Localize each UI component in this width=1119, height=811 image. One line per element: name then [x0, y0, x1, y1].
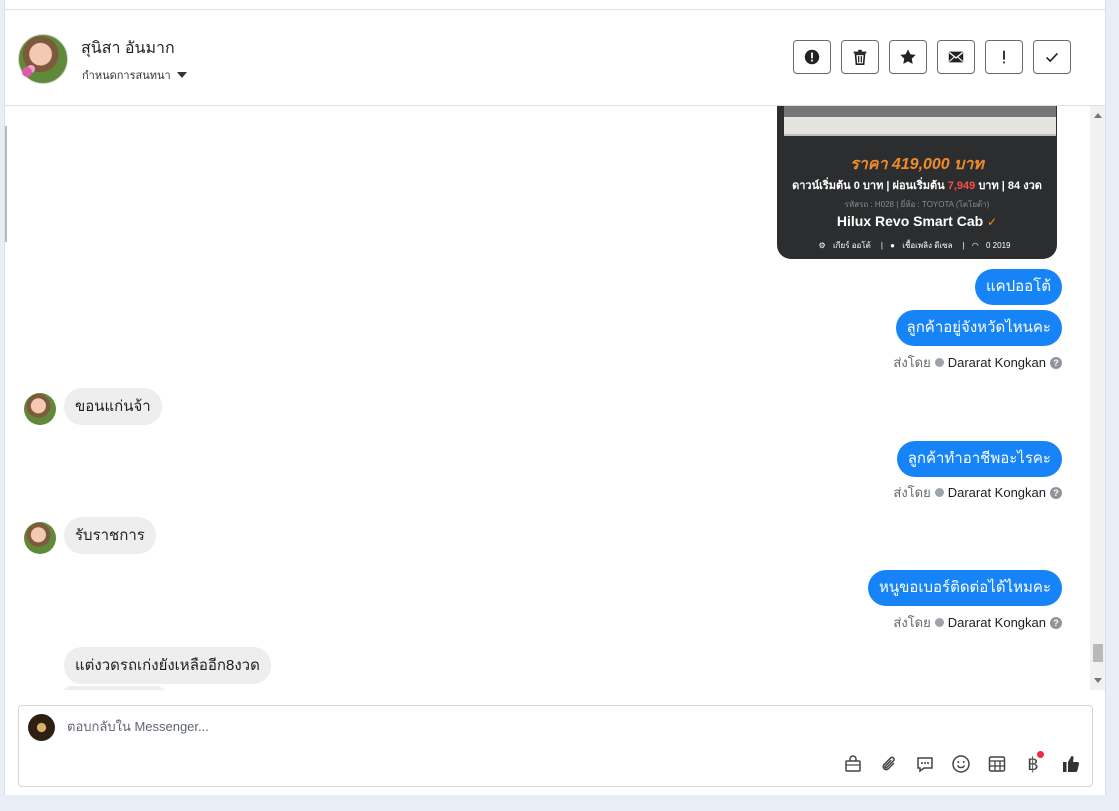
smiley-icon [952, 755, 970, 773]
emoji-button[interactable] [950, 753, 972, 775]
exclamation-icon [1003, 50, 1005, 64]
car-specs: ⚙ เกียร์ ออโต้ | ● เชื้อเพลิง ดีเซล | ◠ 0 … [777, 239, 1057, 252]
quick-reply-button[interactable] [914, 753, 936, 775]
verified-icon: ✓ [987, 215, 998, 229]
thumbs-up-icon [1063, 756, 1080, 772]
car-meta: รหัสรถ : H028 | ยี่ห้อ : TOYOTA (โตโยต้า… [844, 200, 990, 209]
message-bubble-outgoing[interactable]: ลูกค้าทำอาชีพอะไรคะ [896, 441, 1062, 477]
thread-scrollbar[interactable] [1090, 106, 1105, 690]
car-price: ราคา 419,000 บาท [850, 156, 984, 173]
delete-button[interactable] [841, 40, 879, 74]
scroll-down-arrow-icon[interactable] [1094, 678, 1102, 683]
car-photo [784, 106, 1056, 136]
agent-name: Dararat Kongkan [947, 615, 1046, 630]
car-model: Hilux Revo Smart Cab ✓ [777, 213, 1057, 229]
important-button[interactable] [985, 40, 1023, 74]
car-listing-card[interactable]: ราคา 419,000 บาท ดาวน์เริ่มต้น 0 บาท | ผ… [777, 106, 1057, 259]
mark-unread-button[interactable] [937, 40, 975, 74]
spec-year: ◠ 0 2019 [971, 241, 1011, 250]
check-icon [1046, 52, 1058, 63]
bag-icon [845, 755, 861, 772]
contact-name[interactable]: สุนิสา อันมาก [81, 36, 175, 61]
star-icon [900, 49, 916, 64]
status-dot-icon [934, 618, 944, 627]
assign-conversation-dropdown[interactable]: กำหนดการสนทนา [82, 66, 187, 84]
message-bubble-outgoing[interactable]: ลูกค้าอยู่จังหวัดไหนคะ [895, 310, 1062, 346]
spec-fuel: ● เชื้อเพลิง ดีเซล [890, 241, 953, 250]
spec-gear: ⚙ เกียร์ ออโต้ [818, 241, 871, 250]
conversation-panel: สุนิสา อันมาก กำหนดการสนทนา ราคา 419,000… [4, 0, 1106, 795]
scrollbar-thumb[interactable] [1093, 644, 1103, 662]
envelope-icon [948, 51, 964, 63]
car-model-name: Hilux Revo Smart Cab [836, 213, 984, 229]
star-button[interactable] [889, 40, 927, 74]
assign-label: กำหนดการสนทนา [82, 70, 171, 82]
message-bubble-incoming[interactable]: รับราชการ [64, 517, 156, 554]
scroll-up-arrow-icon[interactable] [1094, 113, 1102, 118]
contact-avatar-small[interactable] [24, 522, 56, 554]
sent-by-label: ส่งโดย Dararat Kongkan? [893, 352, 1062, 373]
help-icon[interactable]: ? [1050, 486, 1062, 499]
attach-button[interactable] [878, 753, 900, 775]
car-finance-terms: ดาวน์เริ่มต้น 0 บาท | ผ่อนเริ่มต้น 7,949… [777, 176, 1057, 194]
message-bubble-incoming[interactable]: แต่งวดรถเก่งยังเหลืออีก8งวด [64, 647, 271, 684]
sent-by-label: ส่งโดย Dararat Kongkan? [893, 482, 1062, 503]
notification-dot [1037, 751, 1044, 758]
page-avatar [28, 714, 55, 741]
report-button[interactable] [793, 40, 831, 74]
terms-suffix: บาท | 84 งวด [978, 180, 1042, 192]
reply-input[interactable] [67, 719, 767, 734]
contact-avatar-small[interactable] [24, 393, 56, 425]
saved-replies-button[interactable] [842, 753, 864, 775]
message-thread[interactable]: ราคา 419,000 บาท ดาวน์เริ่มต้น 0 บาท | ผ… [5, 106, 1090, 690]
like-button[interactable] [1060, 753, 1082, 775]
conversation-header: สุนิสา อันมาก กำหนดการสนทนา [5, 10, 1105, 106]
message-bubble-incoming[interactable]: ขอนแก่นจ้า [64, 388, 162, 425]
order-table-button[interactable] [986, 753, 1008, 775]
trash-icon [853, 49, 867, 66]
message-bubble-incoming-partial [63, 686, 165, 690]
agent-name: Dararat Kongkan [947, 485, 1046, 500]
contact-avatar[interactable] [18, 34, 68, 84]
alert-circle-icon [804, 49, 820, 65]
sent-by-label: ส่งโดย Dararat Kongkan? [893, 612, 1062, 633]
message-bubble-outgoing[interactable]: หนูขอเบอร์ติดต่อได้ไหมคะ [867, 570, 1062, 606]
agent-name: Dararat Kongkan [947, 355, 1046, 370]
reply-composer: ฿ [18, 705, 1093, 787]
caret-down-icon [176, 72, 187, 78]
paperclip-icon [882, 756, 895, 771]
status-dot-icon [934, 488, 944, 497]
help-icon[interactable]: ? [1050, 356, 1062, 369]
monthly-payment: 7,949 [947, 180, 976, 192]
help-icon[interactable]: ? [1050, 616, 1062, 629]
speech-bubble-icon [917, 757, 933, 773]
payment-button[interactable]: ฿ [1022, 751, 1044, 775]
mark-done-button[interactable] [1033, 40, 1071, 74]
terms-prefix: ดาวน์เริ่มต้น 0 บาท | ผ่อนเริ่มต้น [792, 180, 945, 192]
message-bubble-outgoing[interactable]: แคปออโต้ [974, 269, 1062, 305]
left-scroll-marker [5, 126, 7, 242]
status-dot-icon [934, 358, 944, 367]
table-icon [988, 756, 1006, 772]
